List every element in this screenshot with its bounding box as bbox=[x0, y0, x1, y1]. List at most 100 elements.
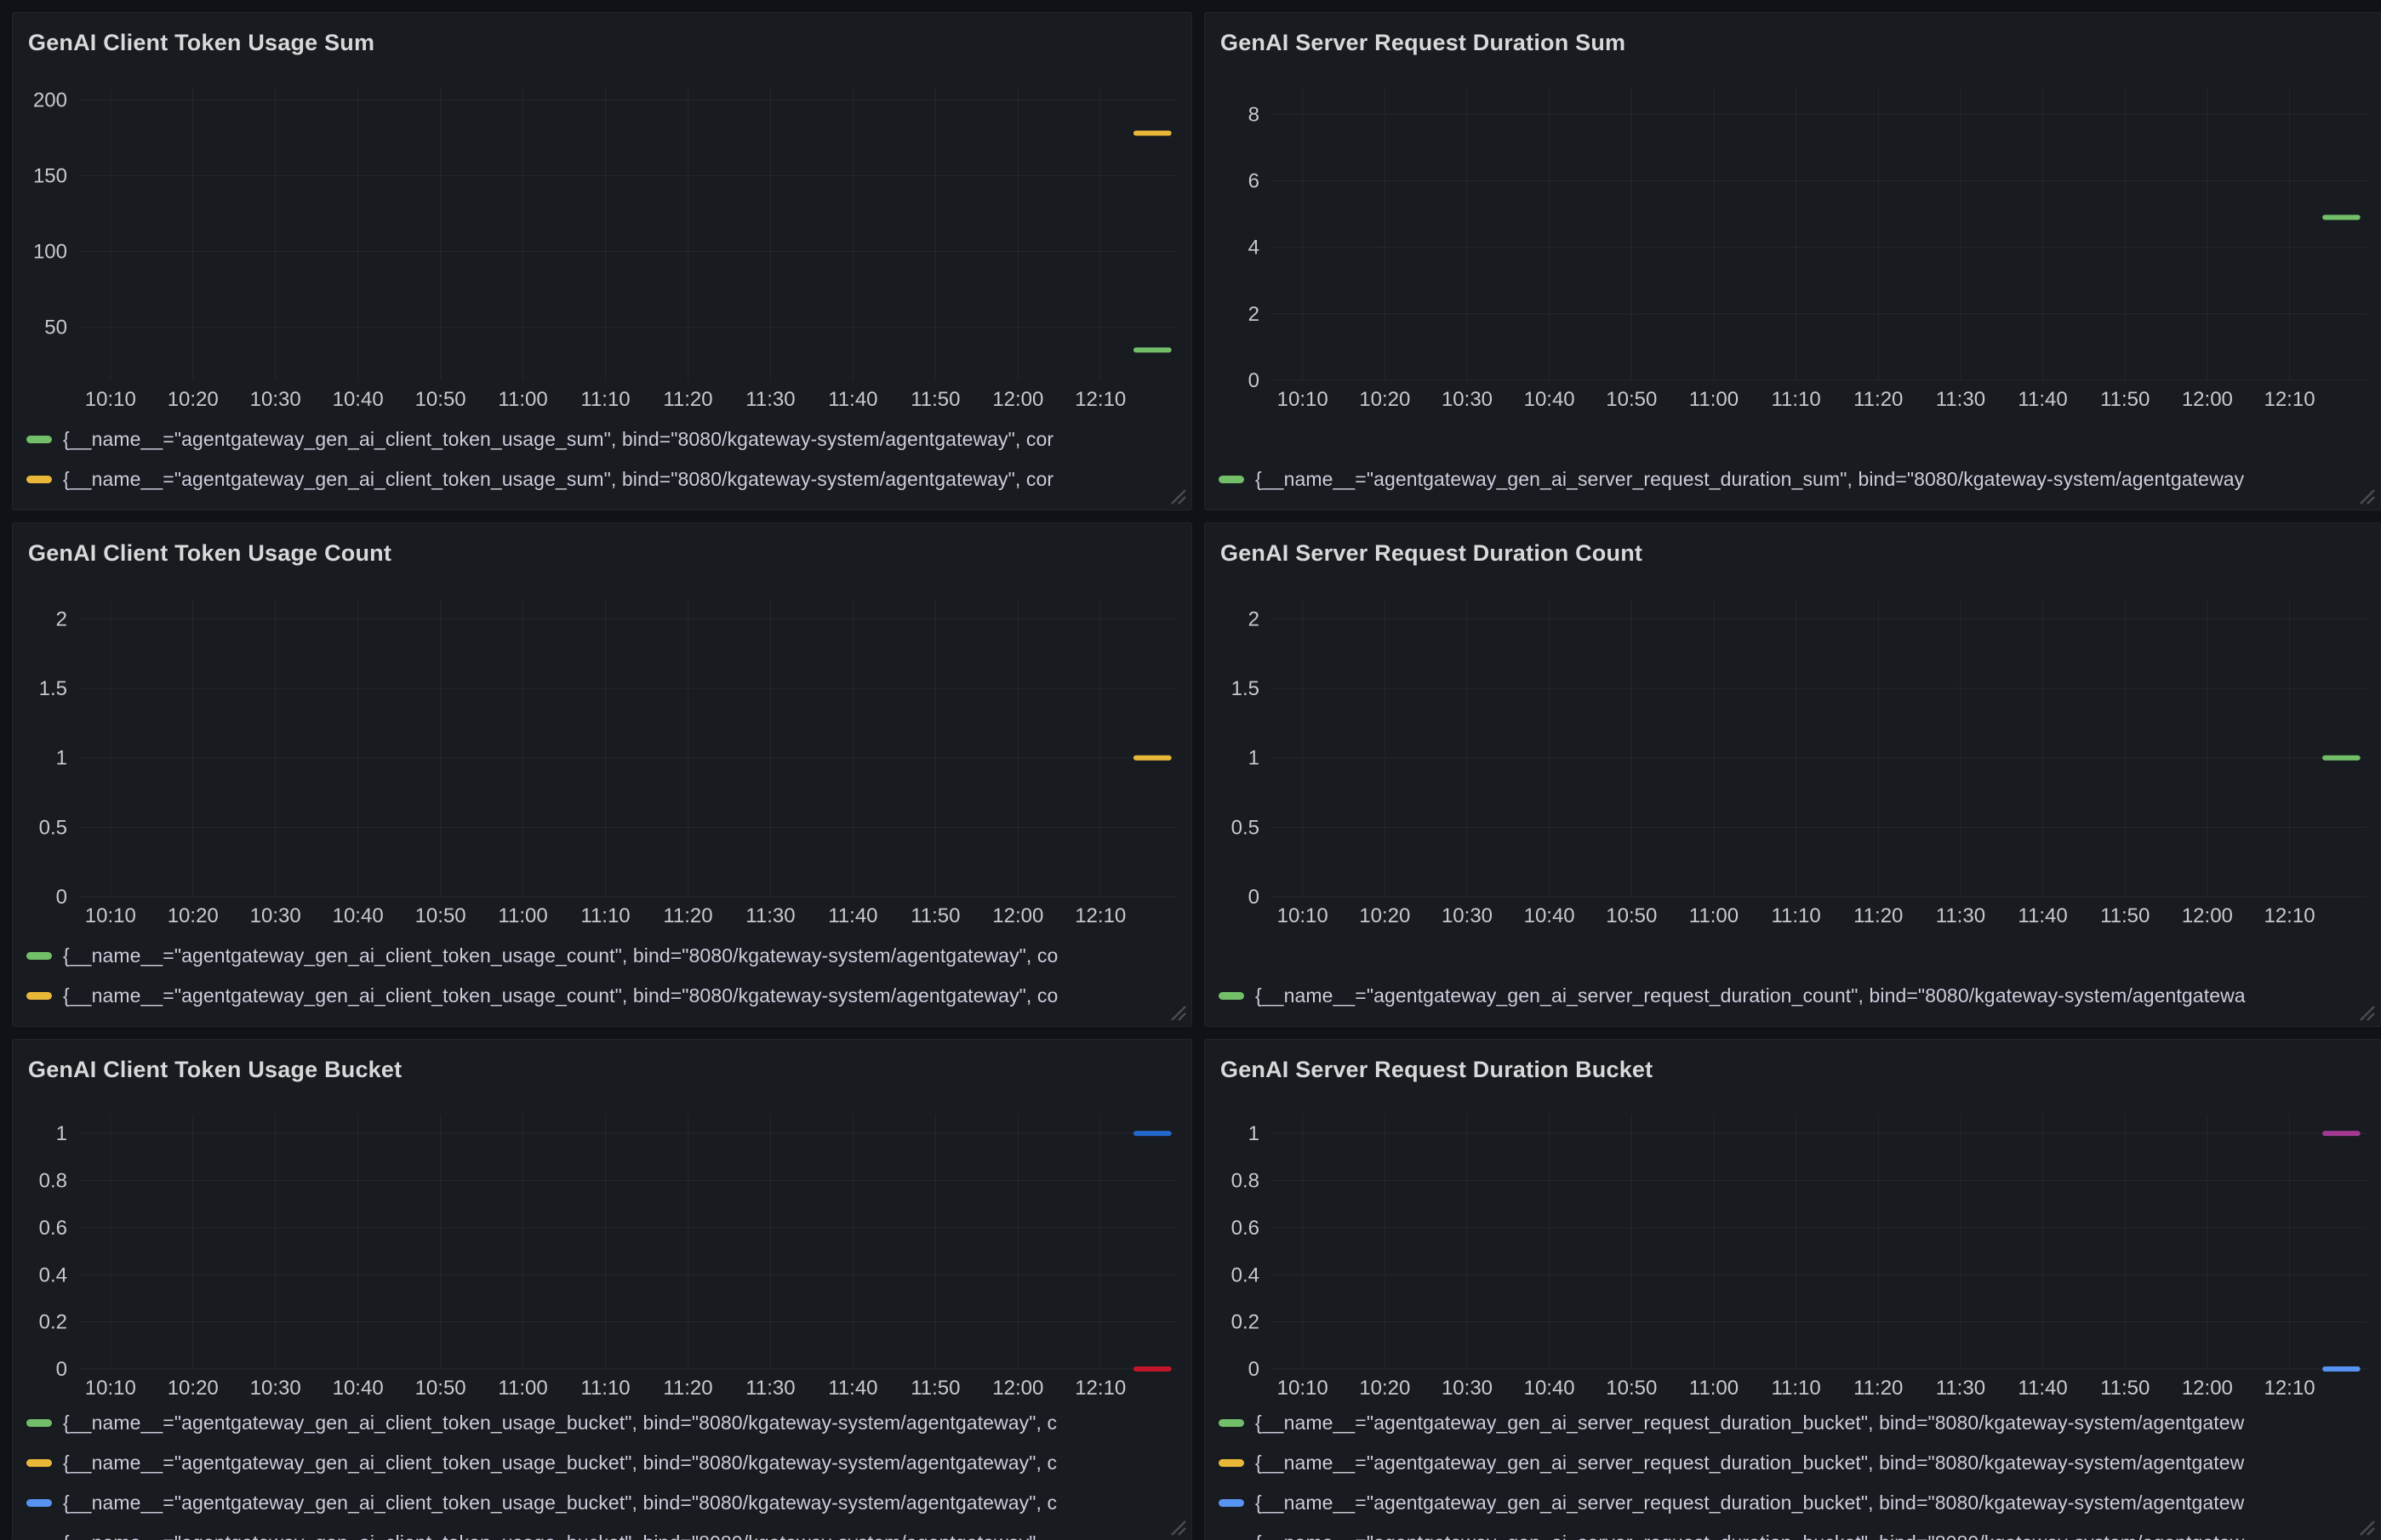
x-tick-label: 12:10 bbox=[2264, 904, 2315, 927]
legend-item[interactable]: {__name__="agentgateway_gen_ai_client_to… bbox=[26, 1403, 1179, 1443]
legend-item[interactable]: {__name__="agentgateway_gen_ai_server_re… bbox=[1219, 1403, 2368, 1443]
x-tick-label: 10:40 bbox=[1524, 388, 1575, 411]
legend-series-swatch-icon bbox=[1219, 992, 1244, 1000]
y-tick-label: 50 bbox=[44, 317, 67, 339]
y-tick-label: 0.6 bbox=[1231, 1217, 1259, 1240]
panel-title[interactable]: GenAI Client Token Usage Sum bbox=[28, 30, 374, 56]
x-tick-label: 12:10 bbox=[1075, 1377, 1126, 1400]
x-tick-label: 10:30 bbox=[250, 904, 301, 927]
plot-area[interactable]: 10:1010:2010:3010:4010:5011:0011:1011:20… bbox=[13, 578, 1191, 931]
plot-area[interactable]: 10:1010:2010:3010:4010:5011:0011:1011:20… bbox=[13, 67, 1191, 414]
legend-series-swatch-icon bbox=[26, 476, 52, 483]
panel-legend: {__name__="agentgateway_gen_ai_client_to… bbox=[13, 414, 1191, 510]
panel-resize-handle[interactable] bbox=[2355, 1001, 2376, 1022]
time-series-chart[interactable]: 10:1010:2010:3010:4010:5011:0011:1011:20… bbox=[1205, 1094, 2380, 1403]
legend-item[interactable]: {__name__="agentgateway_gen_ai_client_to… bbox=[26, 1523, 1179, 1540]
time-series-chart[interactable]: 10:1010:2010:3010:4010:5011:0011:1011:20… bbox=[1205, 578, 2380, 931]
legend-item[interactable]: {__name__="agentgateway_gen_ai_server_re… bbox=[1219, 459, 2368, 499]
legend-item[interactable]: {__name__="agentgateway_gen_ai_client_to… bbox=[26, 459, 1179, 499]
y-tick-label: 0 bbox=[56, 1358, 67, 1381]
panel-title[interactable]: GenAI Server Request Duration Bucket bbox=[1220, 1057, 1653, 1083]
legend-series-label[interactable]: {__name__="agentgateway_gen_ai_client_to… bbox=[63, 1452, 1057, 1474]
panel-title[interactable]: GenAI Server Request Duration Count bbox=[1220, 540, 1642, 567]
x-tick-label: 10:50 bbox=[1606, 388, 1657, 411]
time-series-chart[interactable]: 10:1010:2010:3010:4010:5011:0011:1011:20… bbox=[1205, 67, 2380, 414]
legend-item[interactable]: {__name__="agentgateway_gen_ai_server_re… bbox=[1219, 976, 2368, 1016]
legend-series-label[interactable]: {__name__="agentgateway_gen_ai_client_to… bbox=[63, 468, 1053, 491]
legend-item[interactable]: {__name__="agentgateway_gen_ai_client_to… bbox=[26, 976, 1179, 1016]
legend-series-label[interactable]: {__name__="agentgateway_gen_ai_server_re… bbox=[1255, 984, 2246, 1007]
panel-resize-handle[interactable] bbox=[1167, 485, 1187, 505]
panel-header: GenAI Client Token Usage Sum bbox=[13, 13, 1191, 67]
y-tick-label: 0 bbox=[1248, 886, 1259, 909]
y-tick-label: 200 bbox=[33, 88, 67, 111]
legend-series-label[interactable]: {__name__="agentgateway_gen_ai_server_re… bbox=[1255, 468, 2244, 491]
legend-item[interactable]: {__name__="agentgateway_gen_ai_server_re… bbox=[1219, 1443, 2368, 1483]
y-tick-label: 0.2 bbox=[39, 1311, 67, 1334]
x-tick-label: 11:10 bbox=[1771, 904, 1820, 927]
legend-item[interactable]: {__name__="agentgateway_gen_ai_client_to… bbox=[26, 1483, 1179, 1523]
plot-area[interactable]: 10:1010:2010:3010:4010:5011:0011:1011:20… bbox=[1205, 1094, 2380, 1403]
legend-item[interactable]: {__name__="agentgateway_gen_ai_client_to… bbox=[26, 419, 1179, 459]
x-tick-label: 11:40 bbox=[2018, 388, 2067, 411]
x-tick-label: 10:50 bbox=[415, 388, 466, 411]
x-tick-label: 11:30 bbox=[745, 388, 795, 411]
legend-series-swatch-icon bbox=[26, 992, 52, 1000]
x-tick-label: 11:40 bbox=[828, 1377, 877, 1400]
legend-series-swatch-icon bbox=[26, 952, 52, 960]
x-tick-label: 10:30 bbox=[1442, 904, 1493, 927]
x-tick-label: 11:30 bbox=[1936, 388, 1985, 411]
x-tick-label: 11:20 bbox=[1853, 904, 1903, 927]
panel-resize-handle[interactable] bbox=[2355, 485, 2376, 505]
x-tick-label: 10:10 bbox=[85, 388, 136, 411]
dashboard-panel: GenAI Client Token Usage Count 10:1010:2… bbox=[12, 522, 1192, 1027]
panel-title[interactable]: GenAI Server Request Duration Sum bbox=[1220, 30, 1625, 56]
x-tick-label: 11:50 bbox=[911, 904, 960, 927]
legend-series-label[interactable]: {__name__="agentgateway_gen_ai_server_re… bbox=[1255, 1531, 2244, 1540]
y-tick-label: 0.8 bbox=[39, 1170, 67, 1193]
panel-title[interactable]: GenAI Client Token Usage Bucket bbox=[28, 1057, 402, 1083]
plot-area[interactable]: 10:1010:2010:3010:4010:5011:0011:1011:20… bbox=[1205, 578, 2380, 931]
x-tick-label: 11:30 bbox=[745, 1377, 795, 1400]
legend-item[interactable]: {__name__="agentgateway_gen_ai_client_to… bbox=[26, 936, 1179, 976]
plot-area[interactable]: 10:1010:2010:3010:4010:5011:0011:1011:20… bbox=[13, 1094, 1191, 1403]
legend-item[interactable]: {__name__="agentgateway_gen_ai_client_to… bbox=[26, 1443, 1179, 1483]
y-tick-label: 1.5 bbox=[1231, 677, 1259, 700]
y-tick-label: 0.5 bbox=[39, 816, 67, 839]
dashboard-panel: GenAI Server Request Duration Sum 10:101… bbox=[1204, 12, 2381, 510]
legend-series-label[interactable]: {__name__="agentgateway_gen_ai_server_re… bbox=[1255, 1492, 2244, 1514]
x-tick-label: 10:20 bbox=[1359, 904, 1410, 927]
y-tick-label: 0 bbox=[1248, 369, 1259, 392]
panel-resize-handle[interactable] bbox=[1167, 1516, 1187, 1537]
x-tick-label: 11:20 bbox=[663, 904, 712, 927]
x-tick-label: 10:10 bbox=[85, 1377, 136, 1400]
legend-series-label[interactable]: {__name__="agentgateway_gen_ai_client_to… bbox=[63, 1412, 1057, 1434]
panel-resize-handle[interactable] bbox=[1167, 1001, 1187, 1022]
x-tick-label: 10:30 bbox=[1442, 388, 1493, 411]
y-tick-label: 1 bbox=[56, 1122, 67, 1145]
x-tick-label: 11:00 bbox=[498, 388, 547, 411]
legend-series-label[interactable]: {__name__="agentgateway_gen_ai_client_to… bbox=[63, 984, 1058, 1007]
legend-item[interactable]: {__name__="agentgateway_gen_ai_server_re… bbox=[1219, 1523, 2368, 1540]
panel-title[interactable]: GenAI Client Token Usage Count bbox=[28, 540, 391, 567]
panel-legend: {__name__="agentgateway_gen_ai_server_re… bbox=[1205, 931, 2380, 1026]
time-series-chart[interactable]: 10:1010:2010:3010:4010:5011:0011:1011:20… bbox=[13, 1094, 1191, 1403]
legend-series-label[interactable]: {__name__="agentgateway_gen_ai_server_re… bbox=[1255, 1452, 2244, 1474]
panel-header: GenAI Client Token Usage Count bbox=[13, 523, 1191, 578]
x-tick-label: 11:00 bbox=[498, 1377, 547, 1400]
x-tick-label: 10:10 bbox=[1277, 1377, 1328, 1400]
legend-series-label[interactable]: {__name__="agentgateway_gen_ai_client_to… bbox=[63, 428, 1053, 451]
legend-series-label[interactable]: {__name__="agentgateway_gen_ai_server_re… bbox=[1255, 1412, 2244, 1434]
legend-series-label[interactable]: {__name__="agentgateway_gen_ai_client_to… bbox=[63, 1492, 1057, 1514]
legend-series-label[interactable]: {__name__="agentgateway_gen_ai_client_to… bbox=[63, 944, 1058, 967]
legend-series-swatch-icon bbox=[1219, 1419, 1244, 1427]
x-tick-label: 11:30 bbox=[1936, 904, 1985, 927]
plot-area[interactable]: 10:1010:2010:3010:4010:5011:0011:1011:20… bbox=[1205, 67, 2380, 414]
legend-series-label[interactable]: {__name__="agentgateway_gen_ai_client_to… bbox=[63, 1531, 1036, 1540]
time-series-chart[interactable]: 10:1010:2010:3010:4010:5011:0011:1011:20… bbox=[13, 578, 1191, 931]
legend-item[interactable]: {__name__="agentgateway_gen_ai_server_re… bbox=[1219, 1483, 2368, 1523]
legend-series-swatch-icon bbox=[26, 1459, 52, 1467]
time-series-chart[interactable]: 10:1010:2010:3010:4010:5011:0011:1011:20… bbox=[13, 67, 1191, 414]
legend-series-swatch-icon bbox=[26, 436, 52, 443]
panel-resize-handle[interactable] bbox=[2355, 1516, 2376, 1537]
